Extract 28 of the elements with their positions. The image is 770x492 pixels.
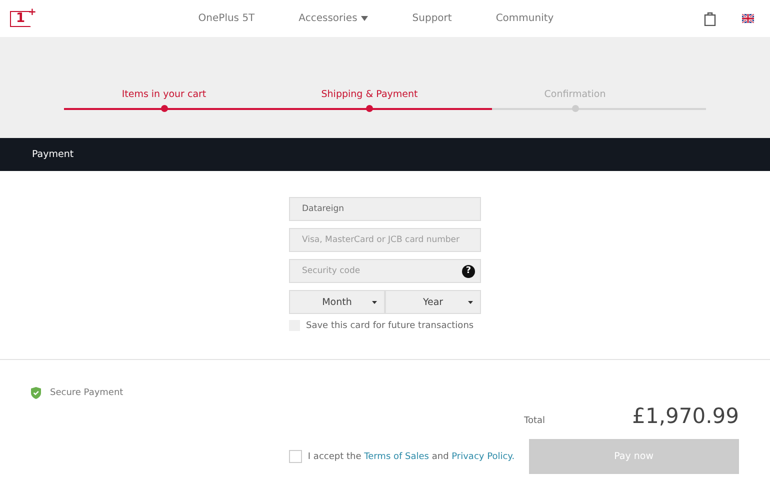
secure-payment-label: Secure Payment xyxy=(50,388,124,398)
section-title: Payment xyxy=(32,149,74,160)
caret-icon xyxy=(372,301,377,304)
dropdown[interactable]: Year xyxy=(385,290,481,314)
nav-link[interactable]: Accessories xyxy=(298,13,368,24)
caret-icon xyxy=(468,301,473,304)
checkbox-label: Save this card for future transactions xyxy=(306,320,474,330)
security-code-field[interactable]: Security code ? xyxy=(289,259,481,283)
step-label: Items in your cart xyxy=(122,89,206,102)
terms-text: I accept the Terms of Sales and Privacy Policy. xyxy=(308,452,515,462)
step-label: Shipping & Payment xyxy=(321,89,418,102)
card-number-field[interactable]: Visa, MasterCard or JCB card number xyxy=(289,228,481,252)
privacy-link[interactable]: Privacy Policy. xyxy=(452,452,515,462)
nav-link[interactable]: OnePlus 5T xyxy=(198,13,255,24)
shield-icon xyxy=(31,387,41,399)
nav-link[interactable]: Community xyxy=(496,13,554,24)
help-icon[interactable]: ? xyxy=(462,264,475,278)
total-label: Total xyxy=(524,416,546,426)
shopping-bag-icon[interactable] xyxy=(704,12,716,26)
terms-link[interactable]: Terms of Sales xyxy=(364,452,429,462)
total-amount: £1,970.99 xyxy=(632,404,739,428)
name-field[interactable]: Datareign xyxy=(289,197,481,221)
caret-icon xyxy=(361,16,368,21)
step-label: Confirmation xyxy=(544,89,606,102)
dropdown[interactable]: Month xyxy=(289,290,385,314)
checkbox[interactable] xyxy=(289,450,302,463)
nav-link[interactable]: Support xyxy=(412,13,452,24)
flag-icon[interactable] xyxy=(742,14,754,23)
